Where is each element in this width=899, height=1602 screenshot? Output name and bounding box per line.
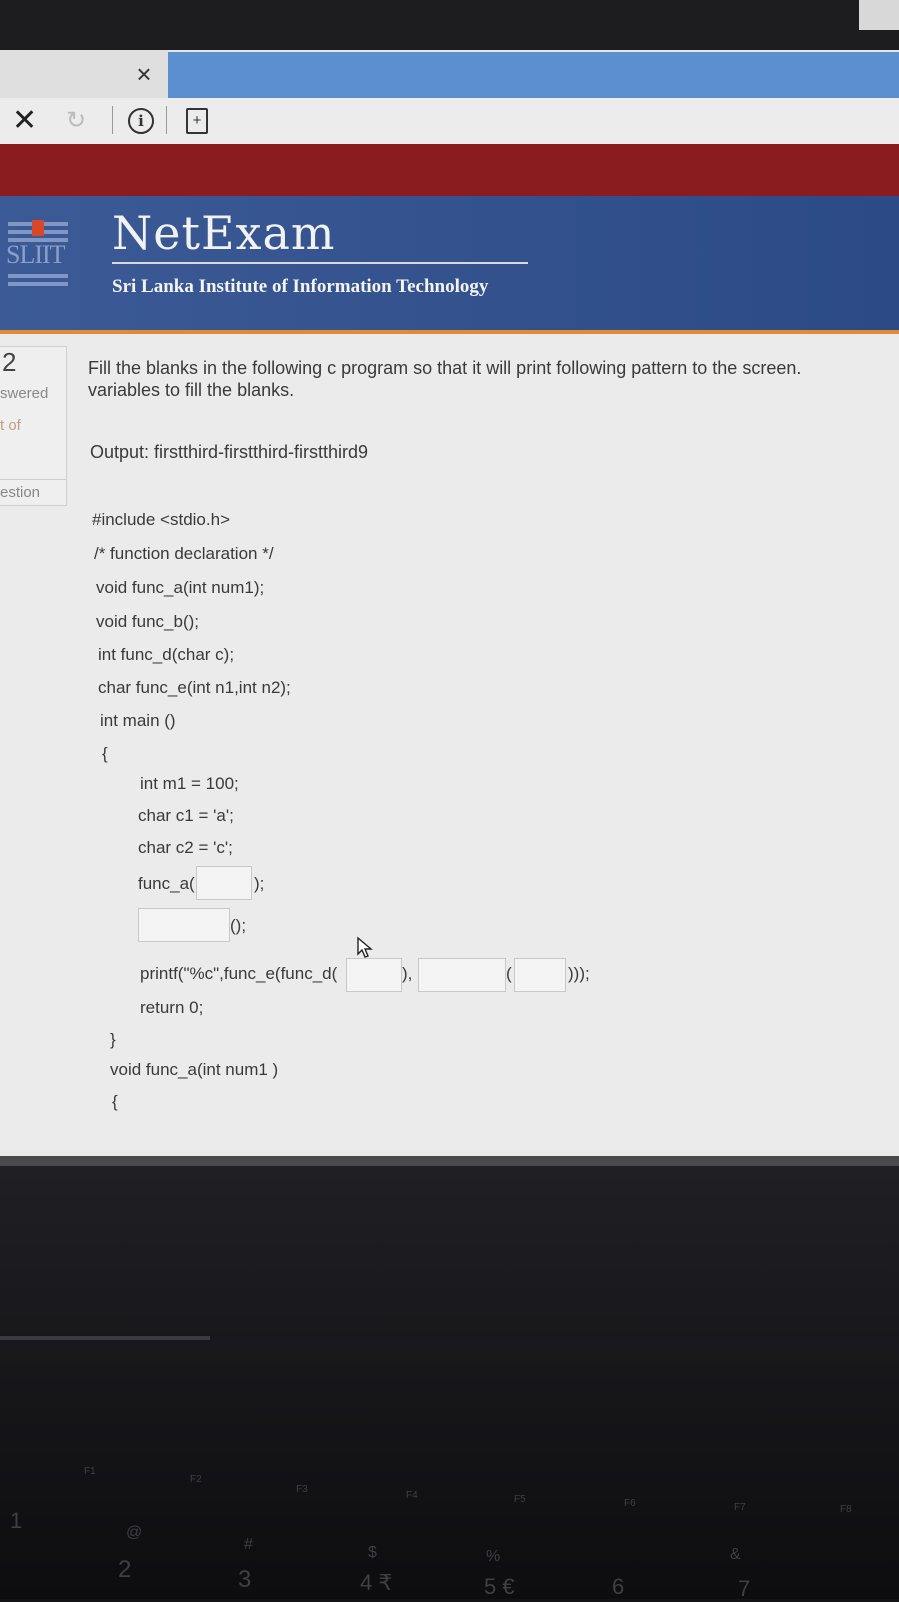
key-f8: F8	[840, 1504, 852, 1515]
key-f7: F7	[734, 1502, 746, 1513]
code-line: int m1 = 100;	[140, 774, 239, 793]
blank-input-1[interactable]	[196, 866, 252, 900]
flag-question-link[interactable]: estion	[0, 479, 66, 506]
key-at-symbol: @	[126, 1524, 143, 1541]
code-line: #include <stdio.h>	[92, 510, 230, 529]
question-text-line2: variables to fill the blanks.	[88, 380, 295, 400]
key-4: 4 ₹	[360, 1570, 393, 1595]
reload-icon[interactable]: ↻	[66, 106, 86, 136]
marks-label: t of	[0, 417, 21, 434]
code-line: (	[506, 964, 512, 983]
tab-close-icon[interactable]: ×	[130, 60, 158, 88]
code-line: char c1 = 'a';	[138, 806, 234, 825]
blank-input-5[interactable]	[514, 958, 566, 992]
code-line: int main ()	[100, 711, 176, 730]
key-f5: F5	[514, 1494, 526, 1505]
code-line: /* function declaration */	[94, 544, 274, 563]
logo-text: SLIIT	[6, 240, 66, 269]
toolbar-divider	[112, 106, 113, 134]
question-info-panel: 2 swered t of estion	[0, 346, 67, 506]
code-line: {	[102, 744, 108, 763]
toolbar-divider	[166, 106, 167, 134]
key-f4: F4	[406, 1490, 418, 1501]
laptop-hinge	[0, 1156, 899, 1166]
code-line: int func_d(char c);	[98, 645, 235, 664]
code-line: void func_a(int num1 )	[110, 1060, 279, 1079]
question-number: 2	[2, 347, 17, 377]
blank-input-2[interactable]	[138, 908, 230, 942]
key-f1: F1	[84, 1466, 96, 1477]
answered-status: swered	[0, 385, 49, 402]
expected-output: Output: firstthird-firstthird-firstthird…	[90, 442, 369, 462]
code-line: char c2 = 'c';	[138, 838, 233, 857]
site-top-bar	[0, 144, 899, 196]
browser-tab[interactable]: ×	[0, 50, 168, 98]
blank-input-4[interactable]	[418, 958, 506, 992]
code-line: }	[110, 1030, 116, 1049]
key-2: 2	[118, 1556, 132, 1583]
code-line: {	[112, 1092, 118, 1111]
tab-strip: ×	[0, 50, 899, 98]
key-f3: F3	[296, 1484, 308, 1495]
code-line: return 0;	[140, 998, 204, 1017]
institute-name: Sri Lanka Institute of Information Techn…	[112, 276, 489, 297]
light-glare	[859, 0, 899, 30]
info-icon[interactable]: i	[128, 108, 154, 134]
code-line: void func_a(int num1);	[96, 578, 265, 597]
code-line: printf("%c",func_e(func_d(	[140, 964, 338, 983]
code-line: ();	[230, 916, 247, 935]
stop-icon[interactable]: ✕	[12, 104, 37, 138]
blank-input-3[interactable]	[346, 958, 402, 992]
brand-title: NetExam	[112, 206, 336, 260]
tab-strip-empty	[168, 52, 899, 98]
code-line: void func_b();	[96, 612, 199, 631]
key-7: 7	[738, 1576, 751, 1601]
key-ampersand: &	[730, 1546, 741, 1563]
code-line: );	[254, 874, 265, 893]
key-hash: #	[244, 1536, 253, 1553]
brand-divider	[112, 262, 528, 264]
key-6: 6	[612, 1574, 625, 1599]
page-icon[interactable]: +	[186, 108, 208, 134]
question-text: Fill the blanks in the following c progr…	[88, 358, 802, 378]
code-line: char func_e(int n1,int n2);	[98, 678, 291, 697]
mouse-pointer-icon	[357, 936, 373, 958]
key-1: 1	[10, 1508, 23, 1533]
key-percent: %	[486, 1548, 501, 1565]
code-line: func_a(	[138, 874, 195, 893]
exam-content: 2 swered t of estion Fill the blanks in …	[0, 334, 899, 1156]
code-line: )));	[568, 964, 590, 983]
key-f2: F2	[190, 1474, 202, 1485]
code-line: ),	[402, 964, 413, 983]
key-f6: F6	[624, 1498, 636, 1509]
screen-bezel	[0, 0, 899, 50]
browser-toolbar: ✕ ↻ i +	[0, 98, 899, 144]
key-5: 5 €	[484, 1574, 515, 1599]
key-3: 3	[238, 1566, 252, 1593]
key-dollar: $	[368, 1544, 377, 1561]
site-banner: SLIIT NetExam Sri Lanka Institute of Inf…	[0, 196, 899, 330]
keyboard-edge-highlight	[0, 1336, 210, 1340]
